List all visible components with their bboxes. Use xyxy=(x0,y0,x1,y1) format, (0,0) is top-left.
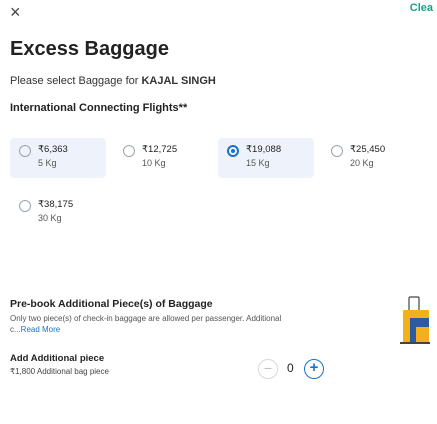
option-weight: 5 Kg xyxy=(38,158,57,168)
quantity-value: 0 xyxy=(287,361,294,375)
read-more-link[interactable]: Read More xyxy=(21,325,61,334)
option-price: ₹25,450 xyxy=(350,144,386,155)
radio-button[interactable] xyxy=(331,145,343,157)
add-piece-price: ₹1,800 Additional bag piece xyxy=(10,367,109,376)
clear-button[interactable]: Clea xyxy=(410,2,433,14)
option-weight: 15 Kg xyxy=(246,158,270,168)
prebook-title: Pre-book Additional Piece(s) of Baggage xyxy=(10,298,213,310)
passenger-name: KAJAL SINGH xyxy=(141,75,216,87)
baggage-option-15kg[interactable]: ₹19,088 15 Kg xyxy=(218,138,314,178)
option-weight: 20 Kg xyxy=(350,158,374,168)
radio-button[interactable] xyxy=(19,200,31,212)
close-icon[interactable]: × xyxy=(10,2,21,22)
option-price: ₹19,088 xyxy=(246,144,282,155)
option-price: ₹38,175 xyxy=(38,199,74,210)
radio-button-selected[interactable] xyxy=(227,145,239,157)
baggage-option-5kg[interactable]: ₹6,363 5 Kg xyxy=(10,138,106,178)
luggage-icon xyxy=(400,296,430,344)
option-price: ₹6,363 xyxy=(38,144,68,155)
baggage-option-30kg[interactable]: ₹38,175 30 Kg xyxy=(10,193,106,233)
add-piece-title: Add Additional piece xyxy=(10,353,105,364)
piece-quantity-stepper[interactable]: − 0 + xyxy=(258,357,328,383)
baggage-option-10kg[interactable]: ₹12,725 10 Kg xyxy=(114,138,210,178)
decrement-button[interactable]: − xyxy=(258,359,278,379)
option-weight: 10 Kg xyxy=(142,158,166,168)
baggage-option-20kg[interactable]: ₹25,450 20 Kg xyxy=(322,138,418,178)
section-title: International Connecting Flights** xyxy=(10,102,188,114)
baggage-subtitle: Please select Baggage for KAJAL SINGH xyxy=(10,75,216,87)
prebook-description: Only two piece(s) of check-in baggage ar… xyxy=(10,314,282,334)
radio-button[interactable] xyxy=(123,145,135,157)
option-weight: 30 Kg xyxy=(38,213,62,223)
page-title: Excess Baggage xyxy=(10,38,169,60)
increment-button[interactable]: + xyxy=(304,359,324,379)
radio-button[interactable] xyxy=(19,145,31,157)
option-price: ₹12,725 xyxy=(142,144,178,155)
